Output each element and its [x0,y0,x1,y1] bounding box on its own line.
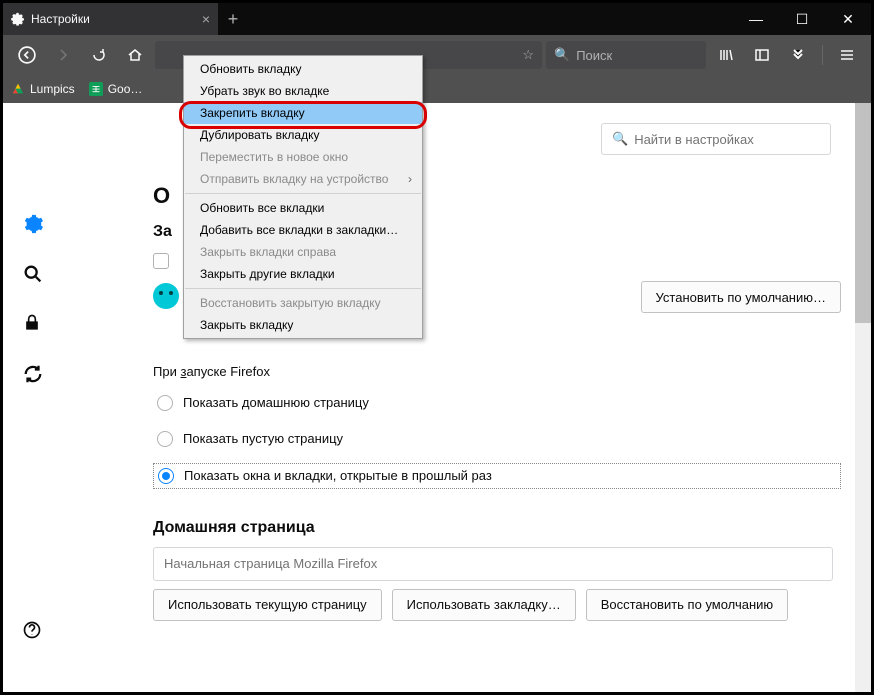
settings-sidebar [3,103,63,692]
use-bookmark-button[interactable]: Использовать закладку… [392,589,576,621]
radio-icon [158,468,174,484]
menu-button[interactable] [831,39,863,71]
radio-icon [157,395,173,411]
bookmark-lumpics[interactable]: Lumpics [11,82,75,96]
separator [822,45,823,65]
restore-default-button[interactable]: Восстановить по умолчанию [586,589,788,621]
home-section: Домашняя страница Начальная страница Moz… [153,519,841,621]
ctx-close-right: Закрыть вкладки справа [184,241,422,263]
content-area: 🔍 Найти в настройках О За х вашим браузе… [3,103,871,692]
tab-settings[interactable]: Настройки × [3,3,218,35]
set-default-button[interactable]: Установить по умолчанию… [641,281,841,313]
maximize-button[interactable]: ☐ [779,3,825,35]
close-icon[interactable]: × [202,11,210,27]
scroll-thumb[interactable] [855,103,871,323]
sidebar-general-icon[interactable] [22,213,44,235]
sheets-icon [89,82,103,96]
browser-window: Настройки × + — ☐ ✕ ☆ 🔍 Поиск Lumpi [0,0,874,695]
gear-icon [11,12,25,26]
sidebar-search-icon[interactable] [22,263,44,285]
always-check-checkbox[interactable] [153,253,169,269]
sidebar-sync-icon[interactable] [22,363,44,385]
home-buttons: Использовать текущую страницу Использова… [153,589,841,621]
radio-home[interactable]: Показать домашнюю страницу [153,391,841,415]
tab-title: Настройки [31,12,90,26]
close-button[interactable]: ✕ [825,3,871,35]
ctx-pin-tab[interactable]: Закрепить вкладку [184,102,422,124]
overflow-icon[interactable] [782,39,814,71]
minimize-button[interactable]: — [733,3,779,35]
startup-label: При запуске Firefox [153,364,841,379]
titlebar: Настройки × + — ☐ ✕ [3,3,871,35]
tab-context-menu: Обновить вкладку Убрать звук во вкладке … [183,55,423,339]
search-icon: 🔍 [612,131,628,147]
radio-restore[interactable]: Показать окна и вкладки, открытые в прош… [153,463,841,489]
back-button[interactable] [11,39,43,71]
triangle-icon [11,82,25,96]
ctx-mute-tab[interactable]: Убрать звук во вкладке [184,80,422,102]
search-icon: 🔍 [554,47,570,63]
separator [185,288,421,289]
firefox-face-icon [153,283,179,309]
ctx-duplicate-tab[interactable]: Дублировать вкладку [184,124,422,146]
sidebar-help-icon[interactable] [22,620,44,642]
scrollbar[interactable] [855,103,871,692]
ctx-undo-close: Восстановить закрытую вкладку [184,292,422,314]
window-buttons: — ☐ ✕ [733,3,871,35]
bookmarks-bar: Lumpics Goo… [3,75,871,103]
home-button[interactable] [119,39,151,71]
search-bar[interactable]: 🔍 Поиск [546,41,706,69]
ctx-reload-tab[interactable]: Обновить вкладку [184,58,422,80]
use-current-button[interactable]: Использовать текущую страницу [153,589,382,621]
search-placeholder: Поиск [576,48,612,63]
forward-button[interactable] [47,39,79,71]
radio-icon [157,431,173,447]
search-settings-input[interactable]: 🔍 Найти в настройках [601,123,831,155]
ctx-close-tab[interactable]: Закрыть вкладку [184,314,422,336]
radio-blank[interactable]: Показать пустую страницу [153,427,841,451]
ctx-bookmark-all[interactable]: Добавить все вкладки в закладки… [184,219,422,241]
sidebar-privacy-icon[interactable] [22,313,44,335]
homepage-input[interactable]: Начальная страница Mozilla Firefox [153,547,833,581]
library-icon[interactable] [710,39,742,71]
ctx-reload-all[interactable]: Обновить все вкладки [184,197,422,219]
home-heading: Домашняя страница [153,519,841,537]
separator [185,193,421,194]
ctx-move-window: Переместить в новое окно [184,146,422,168]
ctx-send-device: Отправить вкладку на устройство [184,168,422,190]
sidebar-icon[interactable] [746,39,778,71]
reload-button[interactable] [83,39,115,71]
bookmark-google[interactable]: Goo… [89,82,143,96]
new-tab-button[interactable]: + [218,3,248,35]
nav-toolbar: ☆ 🔍 Поиск [3,35,871,75]
star-icon[interactable]: ☆ [522,47,534,63]
ctx-close-others[interactable]: Закрыть другие вкладки [184,263,422,285]
